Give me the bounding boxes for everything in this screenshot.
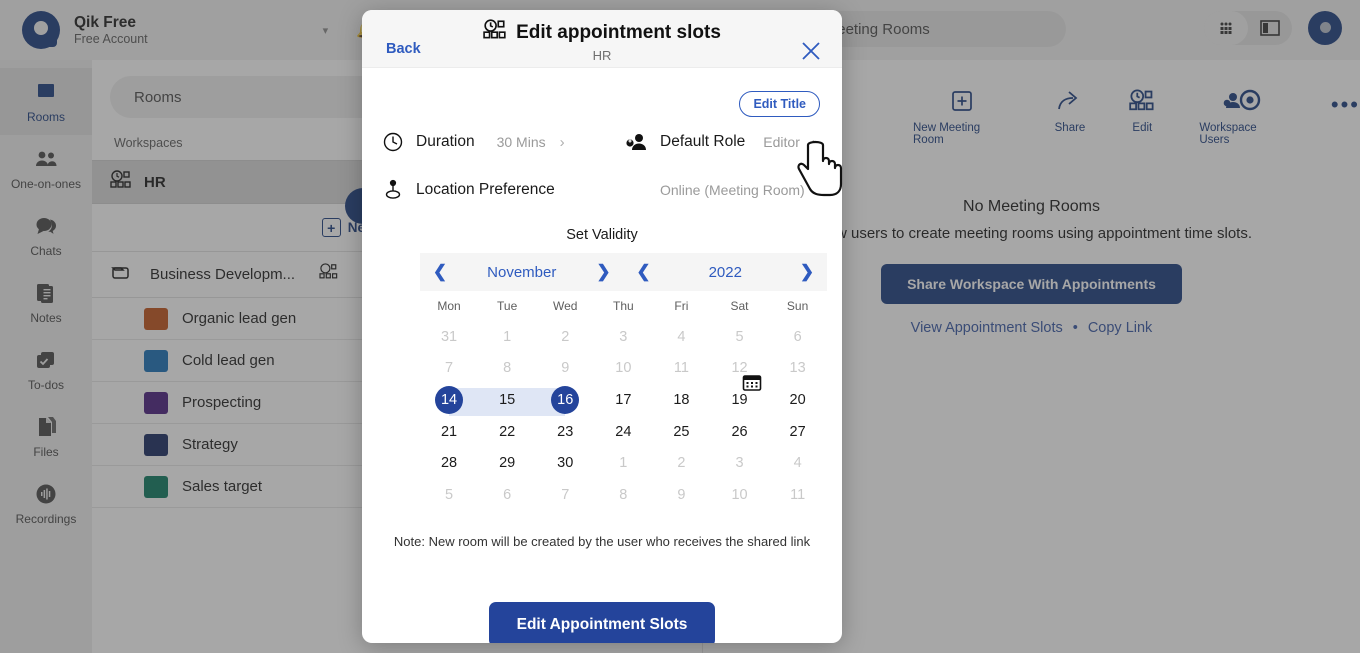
- calendar-week-row: 7 8 9 10 11 12 13: [420, 353, 827, 385]
- prev-year-button[interactable]: ❮: [624, 262, 664, 282]
- hand-cursor-icon: [794, 139, 846, 197]
- clock-icon: [370, 131, 416, 153]
- calendar-week-row: 5 6 7 8 9 10 11: [420, 479, 827, 511]
- dow-label: Sun: [786, 299, 809, 313]
- calendar-year: 2022: [708, 263, 742, 281]
- calendar-day-in-range[interactable]: 15: [478, 386, 537, 416]
- calendar-day[interactable]: 9: [536, 354, 594, 382]
- dow-label: Mon: [437, 299, 461, 313]
- duration-setting[interactable]: Duration 30 Mins ›: [370, 131, 565, 153]
- location-preference-setting[interactable]: Location Preference: [370, 178, 555, 202]
- calendar-day[interactable]: 11: [652, 354, 710, 382]
- calendar-day[interactable]: 12: [710, 354, 768, 382]
- edit-appointment-slots-button[interactable]: Edit Appointment Slots: [489, 602, 715, 643]
- dialog-options: Duration 30 Mins › Default Role Editor ›: [362, 118, 842, 214]
- option-row-location[interactable]: Location Preference Online (Meeting Room…: [362, 166, 842, 214]
- calendar-day[interactable]: 25: [652, 418, 710, 446]
- calendar-nav: ❮ November ❯ ❮ 2022 ❯: [420, 253, 827, 291]
- option-label: Location Preference: [416, 181, 555, 198]
- dialog-note: Note: New room will be created by the us…: [393, 534, 811, 549]
- calendar-day[interactable]: 3: [594, 323, 652, 351]
- calendar-grid: Mon Tue Wed Thu Fri Sat Sun 31 1 2 3 4 5…: [420, 295, 827, 511]
- calendar-day[interactable]: 5: [710, 323, 768, 351]
- next-month-button[interactable]: ❯: [584, 262, 624, 282]
- calendar-week-row: 31 1 2 3 4 5 6: [420, 321, 827, 353]
- prev-month-button[interactable]: ❮: [420, 262, 460, 282]
- calendar-day[interactable]: 11: [769, 481, 827, 509]
- dow-label: Wed: [553, 299, 578, 313]
- chevron-right-icon: ›: [559, 133, 565, 151]
- calendar-day[interactable]: 22: [478, 418, 536, 446]
- calendar-day[interactable]: 17: [594, 386, 652, 414]
- calendar-day[interactable]: 6: [769, 323, 827, 351]
- calendar-day[interactable]: 26: [710, 418, 768, 446]
- location-preference-value-wrap: Online (Meeting Room): [660, 182, 805, 198]
- dow-label: Sat: [730, 299, 749, 313]
- calendar-day[interactable]: 27: [769, 418, 827, 446]
- calendar-day[interactable]: 10: [594, 354, 652, 382]
- calendar-day[interactable]: 7: [536, 481, 594, 509]
- option-value: Online (Meeting Room): [660, 182, 805, 198]
- calendar-week-row: 21 22 23 24 25 26 27: [420, 416, 827, 448]
- calendar-day[interactable]: 13: [769, 354, 827, 382]
- option-value: 30 Mins: [496, 134, 546, 150]
- dow-label: Tue: [497, 299, 518, 313]
- calendar-day[interactable]: 2: [536, 323, 594, 351]
- edit-title-button[interactable]: Edit Title: [739, 91, 820, 117]
- calendar-week-row: 28 29 30 1 2 3 4: [420, 447, 827, 479]
- calendar-day-selected-end[interactable]: 16: [536, 385, 594, 416]
- option-row-duration: Duration 30 Mins › Default Role Editor ›: [362, 118, 842, 166]
- calendar-day[interactable]: 31: [420, 323, 478, 351]
- calendar-day[interactable]: 6: [478, 481, 536, 509]
- close-icon[interactable]: [798, 38, 824, 64]
- dialog-subtitle: HR: [592, 48, 612, 63]
- calendar-day[interactable]: 7: [420, 354, 478, 382]
- calendar-day[interactable]: 30: [536, 449, 594, 477]
- day-of-week-row: Mon Tue Wed Thu Fri Sat Sun: [420, 295, 827, 321]
- option-label: Duration: [416, 133, 475, 150]
- calendar-day[interactable]: 8: [478, 354, 536, 382]
- calendar-day[interactable]: 3: [710, 449, 768, 477]
- location-pin-icon: [370, 178, 416, 202]
- appointment-slots-icon: [483, 19, 507, 46]
- calendar-day[interactable]: 21: [420, 418, 478, 446]
- calendar-day[interactable]: 1: [594, 449, 652, 477]
- calendar-day[interactable]: 10: [710, 481, 768, 509]
- calendar-day[interactable]: 1: [478, 323, 536, 351]
- calendar-day[interactable]: 4: [652, 323, 710, 351]
- calendar-day[interactable]: 23: [536, 418, 594, 446]
- calendar-day[interactable]: 24: [594, 418, 652, 446]
- calendar-day[interactable]: 18: [652, 386, 710, 414]
- dialog-title: Edit appointment slots: [516, 21, 721, 43]
- set-validity-label: Set Validity: [566, 227, 638, 243]
- calendar-day[interactable]: 4: [769, 449, 827, 477]
- dialog-header: Back Edit appointment slots HR: [362, 10, 842, 68]
- edit-appointment-slots-dialog: Back Edit appointment slots HR Edit Titl…: [362, 10, 842, 643]
- dow-label: Fri: [674, 299, 689, 313]
- user-role-icon: [614, 131, 660, 153]
- calendar-month: November: [487, 263, 557, 281]
- calendar-day[interactable]: 29: [478, 449, 536, 477]
- calendar-day-selected-start[interactable]: 14: [420, 385, 479, 416]
- calendar-day[interactable]: 28: [420, 449, 478, 477]
- calendar-day[interactable]: 2: [652, 449, 710, 477]
- next-year-button[interactable]: ❯: [787, 262, 827, 282]
- calendar-day[interactable]: 20: [769, 386, 827, 414]
- default-role-setting[interactable]: Default Role Editor ›: [614, 131, 817, 153]
- calendar-week-row: 14 15 16 17 18 19 20: [420, 384, 827, 416]
- dialog-title-block: Edit appointment slots HR: [362, 19, 842, 63]
- calendar-day[interactable]: 9: [652, 481, 710, 509]
- calendar-day[interactable]: 8: [594, 481, 652, 509]
- dow-label: Thu: [612, 299, 634, 313]
- calendar-day[interactable]: 5: [420, 481, 478, 509]
- calendar-day[interactable]: 19: [710, 386, 768, 414]
- option-label: Default Role: [660, 133, 746, 150]
